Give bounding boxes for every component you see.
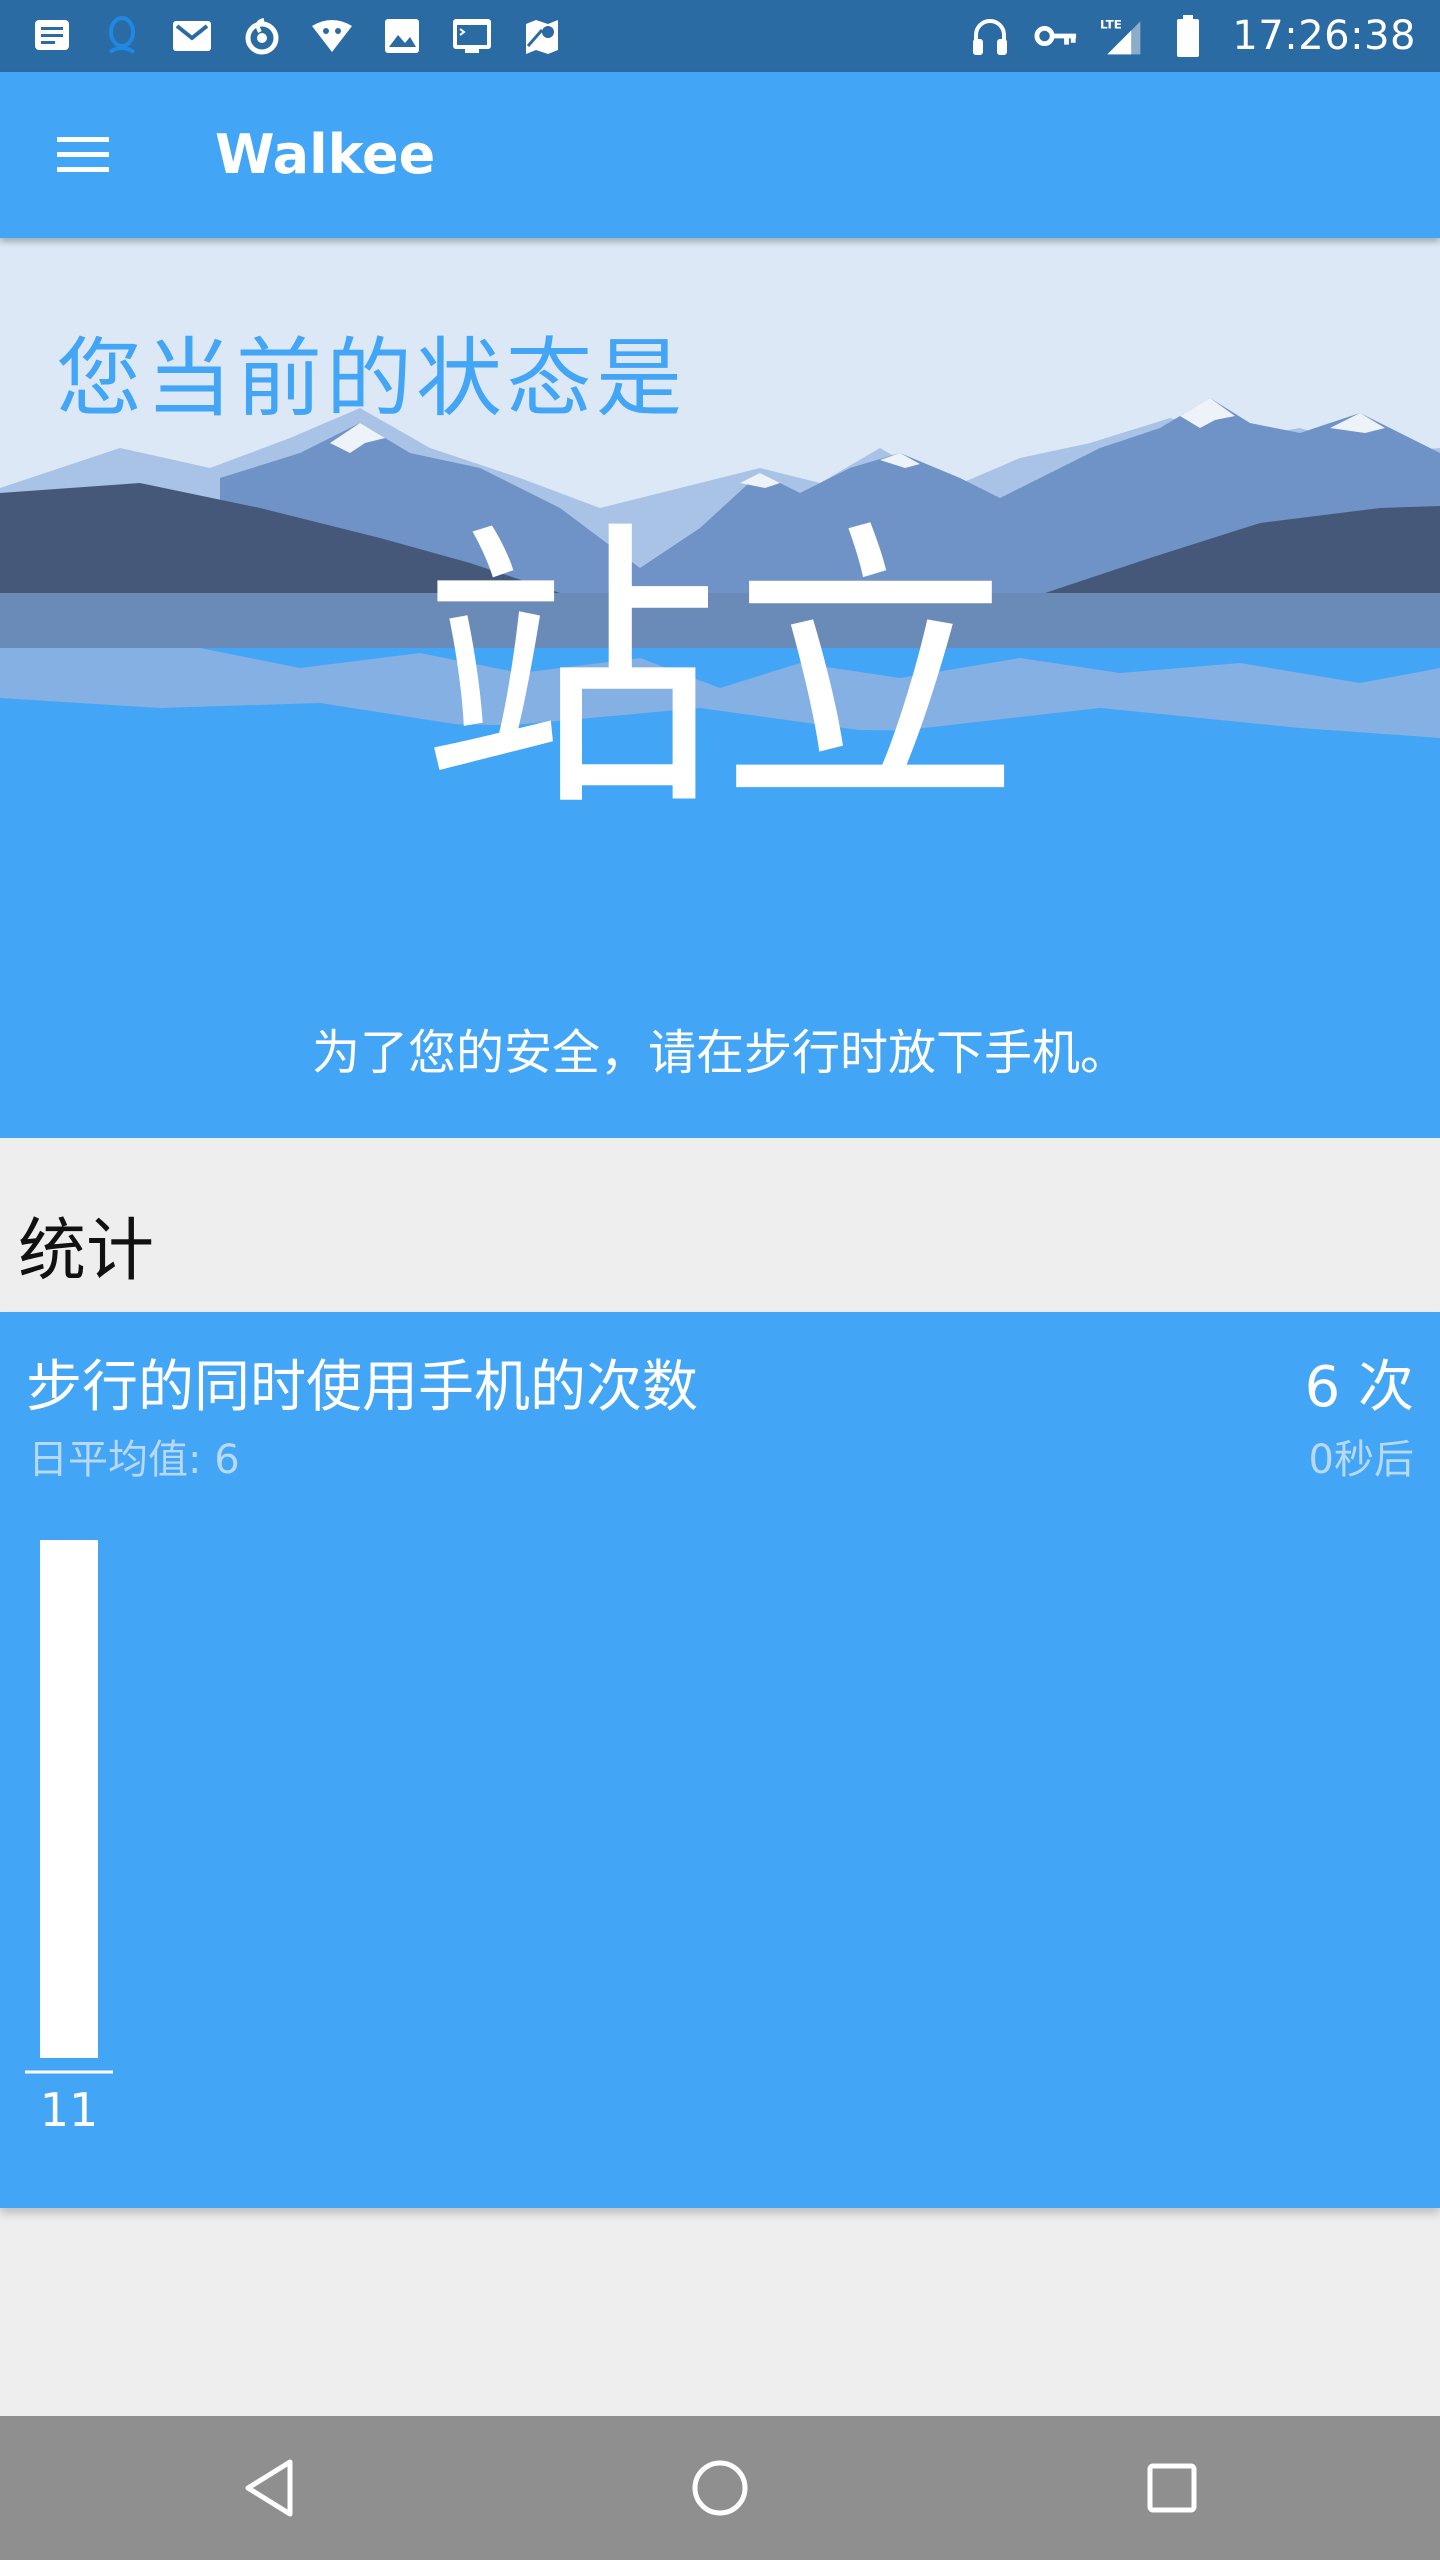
chart-x-label: 11 (40, 2083, 99, 2137)
chart-bar (40, 1540, 98, 2058)
notification-icon (30, 14, 74, 58)
app-bar: Walkee (0, 72, 1440, 238)
netease-music-icon (240, 14, 284, 58)
status-notification-icons (30, 14, 590, 58)
status-clock: 17:26:38 (1232, 13, 1416, 59)
battery-icon (1166, 14, 1210, 58)
home-button[interactable] (670, 2438, 770, 2538)
status-heading: 您当前的状态是 (56, 329, 686, 429)
svg-text:LTE: LTE (1100, 18, 1122, 32)
back-icon (245, 2459, 293, 2517)
menu-button[interactable] (40, 122, 126, 188)
recents-icon (1147, 2463, 1197, 2513)
back-button[interactable] (220, 2438, 320, 2538)
vpn-robot-icon (310, 14, 354, 58)
headphones-icon (968, 14, 1012, 58)
image-icon (380, 14, 424, 58)
usage-bar-chart: 11 (25, 1540, 113, 2137)
safety-tip: 为了您的安全，请在步行时放下手机。 (311, 1025, 1128, 1081)
gmail-icon (170, 14, 214, 58)
qq-icon (100, 14, 144, 58)
status-system-icons: LTE 17:26:38 (946, 13, 1416, 59)
lte-signal-icon: LTE (1100, 14, 1144, 58)
stats-section-title: 统计 (18, 1212, 155, 1291)
recents-button[interactable] (1122, 2438, 1222, 2538)
status-hero: 您当前的状态是 站立 为了您的安全，请在步行时放下手机。 (0, 238, 1440, 1138)
app-title: Walkee (215, 123, 436, 186)
navigation-bar (0, 2416, 1440, 2560)
usage-stats-card[interactable]: 步行的同时使用手机的次数 日平均值: 6 6 次 0秒后 11 (0, 1312, 1440, 2208)
current-status: 站立 (420, 498, 1020, 847)
terminal-icon (450, 14, 494, 58)
status-bar: LTE 17:26:38 (0, 0, 1440, 72)
key-icon (1034, 14, 1078, 58)
hamburger-menu-icon (57, 137, 109, 172)
maps-icon (520, 14, 564, 58)
home-icon (692, 2460, 748, 2516)
